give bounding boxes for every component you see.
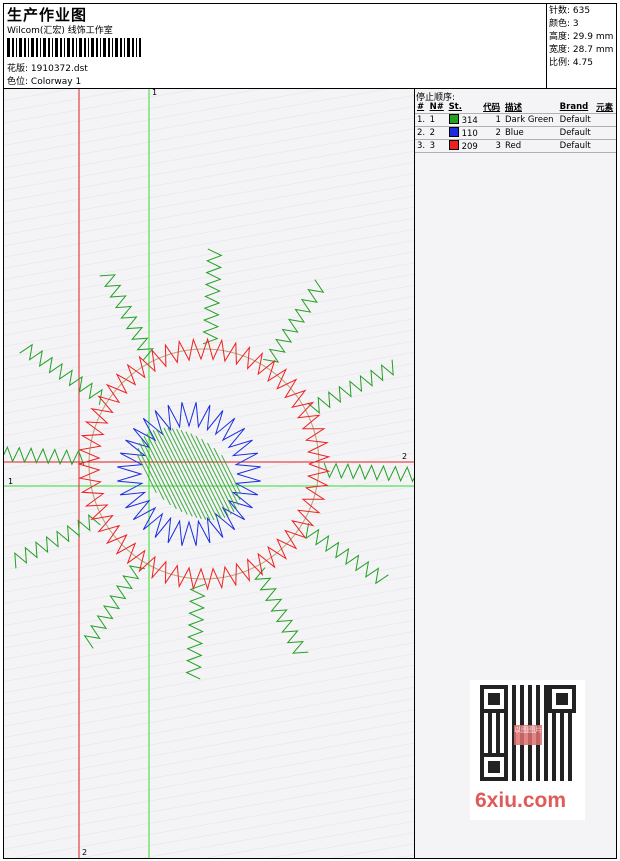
axis-label-red-horizontal: 2 [402, 452, 408, 461]
design-file-row: 花版: 1910372.dst [7, 61, 88, 74]
col-code: 代码 [483, 103, 501, 113]
green-ray-12 [307, 359, 394, 414]
blue-ring [117, 402, 261, 546]
green-ray-4 [185, 583, 206, 680]
design-file-label: 花版: [7, 64, 29, 74]
stat-stitches: 针数: 635 [549, 6, 591, 16]
axis-label-red-vertical: 2 [82, 848, 88, 857]
company-name: Wilcom(汇宏) 线饰工作室 [7, 26, 113, 36]
color-swatch [448, 127, 459, 137]
green-ray-10 [202, 248, 223, 345]
axis-label-green-vertical: 1 [152, 89, 158, 97]
table-header-row: # N# St. 代码 描述 Brand 元素 [415, 101, 616, 114]
stop-sequence-table: # N# St. 代码 描述 Brand 元素 1. 1 314 1 Dark … [415, 101, 616, 153]
green-ray-1 [323, 462, 414, 483]
stat-scale: 比例: 4.75 [549, 58, 593, 68]
qr-badge: 以图图片 [514, 725, 542, 745]
axis-label-green-horizontal: 1 [8, 477, 14, 486]
stats-divider [546, 3, 547, 89]
stat-width: 宽度: 28.7 mm [549, 45, 614, 55]
green-ray-11 [263, 279, 325, 363]
green-ray-9 [99, 274, 154, 361]
watermark-logo: 6xiu.com [475, 789, 567, 812]
color-swatch [448, 140, 459, 150]
design-file-name: 1910372.dst [30, 64, 88, 74]
color-swatch [448, 114, 459, 124]
design-canvas[interactable]: 1 1 2 2 [4, 89, 414, 858]
col-stitches: St. [448, 102, 462, 112]
table-row[interactable]: 1. 1 314 1 Dark Green Default [415, 113, 616, 127]
table-row[interactable]: 2. 2 110 2 Blue Default [415, 126, 616, 140]
colorway-row: 色位: Colorway 1 [7, 74, 81, 87]
green-ray-6 [14, 514, 101, 569]
colorway-label: 色位: [7, 77, 29, 87]
stat-colors: 颜色: 3 [549, 19, 579, 29]
colorway-name: Colorway 1 [30, 77, 82, 87]
col-description: 描述 [504, 103, 522, 113]
col-index: # [417, 102, 425, 112]
red-ring [77, 337, 331, 591]
col-needle: N# [429, 102, 444, 112]
col-brand: Brand [559, 102, 589, 112]
design-stats: 针数: 635 颜色: 3 高度: 29.9 mm 宽度: 28.7 mm 比例… [549, 5, 613, 70]
green-ray-5 [83, 565, 145, 649]
col-element: 元素 [596, 103, 614, 113]
green-center-fill [137, 427, 241, 521]
green-ray-3 [254, 567, 309, 654]
green-ray-2 [305, 523, 389, 585]
stat-height: 高度: 29.9 mm [549, 32, 614, 42]
table-row[interactable]: 3. 3 209 3 Red Default [415, 139, 616, 153]
barcode [7, 38, 141, 57]
embroidery-design [4, 89, 414, 858]
page-title: 生产作业图 [7, 6, 88, 24]
green-ray-8 [19, 343, 103, 405]
